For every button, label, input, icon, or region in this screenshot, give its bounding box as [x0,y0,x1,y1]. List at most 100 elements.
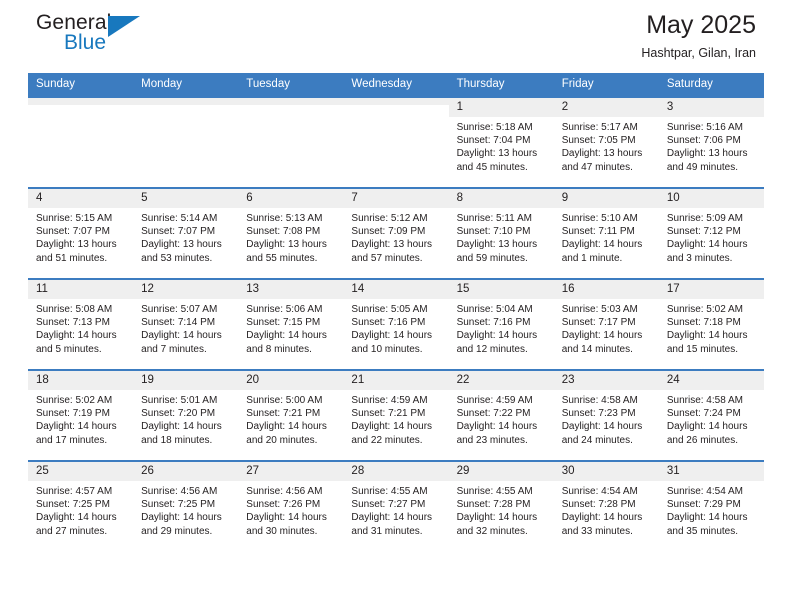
calendar-table: Sunday Monday Tuesday Wednesday Thursday… [28,73,764,551]
sunrise-text: Sunrise: 5:17 AM [561,122,638,133]
calendar-day-cell[interactable]: 10 Sunrise: 5:09 AM Sunset: 7:12 PM Dayligh… [658,187,764,279]
location-subtitle: Hashtpar, Gilan, Iran [641,46,756,60]
day-sun-info: Sunrise: 5:13 AM Sunset: 7:08 PM Daylight:… [238,208,343,265]
calendar-day-cell[interactable]: 5 Sunrise: 5:14 AM Sunset: 7:07 PM Daylight… [133,187,239,279]
calendar-day-cell[interactable]: 24 Sunrise: 4:58 AM Sunset: 7:24 PM Dayligh… [658,369,764,461]
day-number [28,98,134,105]
calendar-day-cell[interactable]: 7 Sunrise: 5:12 AM Sunset: 7:09 PM Daylight… [343,187,449,279]
weekday-header-friday: Friday [553,73,659,97]
sunrise-text: Sunrise: 5:15 AM [36,213,113,224]
calendar-day-cell[interactable]: 26 Sunrise: 4:56 AM Sunset: 7:25 PM Dayligh… [133,460,239,551]
general-blue-logo[interactable]: General Blue [36,12,216,68]
daylight-text: Daylight: 14 hours and 22 minutes. [351,421,433,446]
day-number: 12 [133,280,239,299]
sunset-text: Sunset: 7:13 PM [36,317,110,329]
calendar-day-cell[interactable]: 28 Sunrise: 4:55 AM Sunset: 7:27 PM Dayligh… [343,460,449,551]
calendar-day-cell[interactable]: 31 Sunrise: 4:54 AM Sunset: 7:29 PM Dayligh… [658,460,764,551]
day-number: 31 [658,462,764,481]
day-number: 21 [343,371,449,390]
title-block: May 2025 Hashtpar, Gilan, Iran [641,8,756,62]
calendar-day-cell[interactable]: 25 Sunrise: 4:57 AM Sunset: 7:25 PM Dayligh… [28,460,134,551]
sunset-text: Sunset: 7:22 PM [456,408,531,420]
sunrise-text: Sunrise: 5:18 AM [456,122,533,133]
sunrise-text: Sunrise: 5:02 AM [36,395,113,406]
calendar-day-cell[interactable]: 3 Sunrise: 5:16 AM Sunset: 7:06 PM Daylight… [658,96,764,188]
day-sun-info: Sunrise: 5:16 AM Sunset: 7:06 PM Daylight:… [659,117,764,174]
day-sun-info: Sunrise: 5:00 AM Sunset: 7:21 PM Daylight:… [238,390,343,447]
day-number: 28 [343,462,449,481]
calendar-day-cell[interactable]: 6 Sunrise: 5:13 AM Sunset: 7:08 PM Daylight… [238,187,344,279]
weekday-header-row: Sunday Monday Tuesday Wednesday Thursday… [28,73,764,97]
day-number: 1 [448,98,554,117]
calendar-day-cell[interactable]: 20 Sunrise: 5:00 AM Sunset: 7:21 PM Dayligh… [238,369,344,461]
calendar-day-cell[interactable]: 4 Sunrise: 5:15 AM Sunset: 7:07 PM Daylight… [28,187,134,279]
calendar-day-cell[interactable]: 2 Sunrise: 5:17 AM Sunset: 7:05 PM Daylight… [553,96,659,188]
calendar-day-cell[interactable]: 11 Sunrise: 5:08 AM Sunset: 7:13 PM Dayligh… [28,278,134,370]
sunset-text: Sunset: 7:18 PM [666,317,741,329]
day-number: 20 [238,371,344,390]
calendar-day-cell[interactable]: 27 Sunrise: 4:56 AM Sunset: 7:26 PM Dayligh… [238,460,344,551]
daylight-text: Daylight: 14 hours and 1 minute. [561,239,643,264]
sunrise-text: Sunrise: 4:58 AM [666,395,743,406]
logo-text-blue: Blue [64,31,107,54]
calendar-day-cell[interactable]: 1 Sunrise: 5:18 AM Sunset: 7:04 PM Daylight… [448,96,554,188]
daylight-text: Daylight: 14 hours and 5 minutes. [36,330,117,355]
calendar-day-cell[interactable]: 16 Sunrise: 5:03 AM Sunset: 7:17 PM Dayligh… [553,278,659,370]
day-sun-info: Sunrise: 5:12 AM Sunset: 7:09 PM Daylight:… [343,208,448,265]
sunrise-text: Sunrise: 5:13 AM [246,213,323,224]
sunset-text: Sunset: 7:21 PM [351,408,426,420]
calendar-day-cell-empty [238,96,344,188]
calendar-day-cell-empty [343,96,449,188]
calendar-day-cell[interactable]: 8 Sunrise: 5:11 AM Sunset: 7:10 PM Daylight… [448,187,554,279]
daylight-text: Daylight: 13 hours and 47 minutes. [561,148,643,173]
day-number: 26 [133,462,239,481]
day-number: 17 [658,280,764,299]
sunset-text: Sunset: 7:29 PM [666,499,741,511]
daylight-text: Daylight: 14 hours and 33 minutes. [561,512,643,537]
daylight-text: Daylight: 14 hours and 31 minutes. [351,512,433,537]
sunrise-text: Sunrise: 5:05 AM [351,304,428,315]
calendar-day-cell[interactable]: 15 Sunrise: 5:04 AM Sunset: 7:16 PM Dayligh… [448,278,554,370]
day-sun-info: Sunrise: 5:18 AM Sunset: 7:04 PM Daylight:… [449,117,554,174]
page-header: General Blue May 2025 Hashtpar, Gilan, I… [28,0,764,73]
day-number: 27 [238,462,344,481]
daylight-text: Daylight: 14 hours and 12 minutes. [456,330,538,355]
day-sun-info: Sunrise: 5:09 AM Sunset: 7:12 PM Daylight:… [659,208,764,265]
day-sun-info: Sunrise: 5:05 AM Sunset: 7:16 PM Daylight:… [343,299,448,356]
sunrise-text: Sunrise: 5:01 AM [141,395,218,406]
calendar-day-cell[interactable]: 22 Sunrise: 4:59 AM Sunset: 7:22 PM Dayligh… [448,369,554,461]
calendar-day-cell[interactable]: 14 Sunrise: 5:05 AM Sunset: 7:16 PM Dayligh… [343,278,449,370]
day-sun-info: Sunrise: 5:04 AM Sunset: 7:16 PM Daylight:… [449,299,554,356]
calendar-body: 1 Sunrise: 5:18 AM Sunset: 7:04 PM Daylight… [28,96,764,551]
sunset-text: Sunset: 7:05 PM [561,135,636,147]
weekday-header-wednesday: Wednesday [343,73,449,97]
calendar-day-cell[interactable]: 21 Sunrise: 4:59 AM Sunset: 7:21 PM Dayligh… [343,369,449,461]
day-number: 25 [28,462,134,481]
calendar-day-cell[interactable]: 13 Sunrise: 5:06 AM Sunset: 7:15 PM Dayligh… [238,278,344,370]
sunset-text: Sunset: 7:21 PM [246,408,321,420]
day-sun-info: Sunrise: 4:56 AM Sunset: 7:26 PM Daylight:… [238,481,343,538]
daylight-text: Daylight: 14 hours and 14 minutes. [561,330,643,355]
sunrise-text: Sunrise: 5:03 AM [561,304,638,315]
sunset-text: Sunset: 7:12 PM [666,226,741,238]
sunset-text: Sunset: 7:09 PM [351,226,426,238]
calendar-day-cell[interactable]: 19 Sunrise: 5:01 AM Sunset: 7:20 PM Dayligh… [133,369,239,461]
calendar-day-cell[interactable]: 18 Sunrise: 5:02 AM Sunset: 7:19 PM Dayligh… [28,369,134,461]
calendar-day-cell[interactable]: 9 Sunrise: 5:10 AM Sunset: 7:11 PM Daylight… [553,187,659,279]
day-sun-info: Sunrise: 4:54 AM Sunset: 7:28 PM Daylight:… [554,481,659,538]
calendar-day-cell[interactable]: 12 Sunrise: 5:07 AM Sunset: 7:14 PM Dayligh… [133,278,239,370]
calendar-day-cell[interactable]: 30 Sunrise: 4:54 AM Sunset: 7:28 PM Dayligh… [553,460,659,551]
day-sun-info: Sunrise: 4:57 AM Sunset: 7:25 PM Daylight:… [28,481,133,538]
calendar-day-cell[interactable]: 17 Sunrise: 5:02 AM Sunset: 7:18 PM Dayligh… [658,278,764,370]
sunrise-text: Sunrise: 4:54 AM [561,486,638,497]
calendar-day-cell[interactable]: 23 Sunrise: 4:58 AM Sunset: 7:23 PM Dayligh… [553,369,659,461]
daylight-text: Daylight: 14 hours and 30 minutes. [246,512,327,537]
daylight-text: Daylight: 13 hours and 53 minutes. [141,239,222,264]
sunset-text: Sunset: 7:25 PM [141,499,216,511]
day-sun-info: Sunrise: 5:17 AM Sunset: 7:05 PM Daylight:… [554,117,659,174]
daylight-text: Daylight: 14 hours and 17 minutes. [36,421,117,446]
calendar-week-row: 4 Sunrise: 5:15 AM Sunset: 7:07 PM Daylight… [28,187,764,279]
sunset-text: Sunset: 7:10 PM [456,226,531,238]
calendar-day-cell[interactable]: 29 Sunrise: 4:55 AM Sunset: 7:28 PM Dayligh… [448,460,554,551]
day-number: 7 [343,189,449,208]
